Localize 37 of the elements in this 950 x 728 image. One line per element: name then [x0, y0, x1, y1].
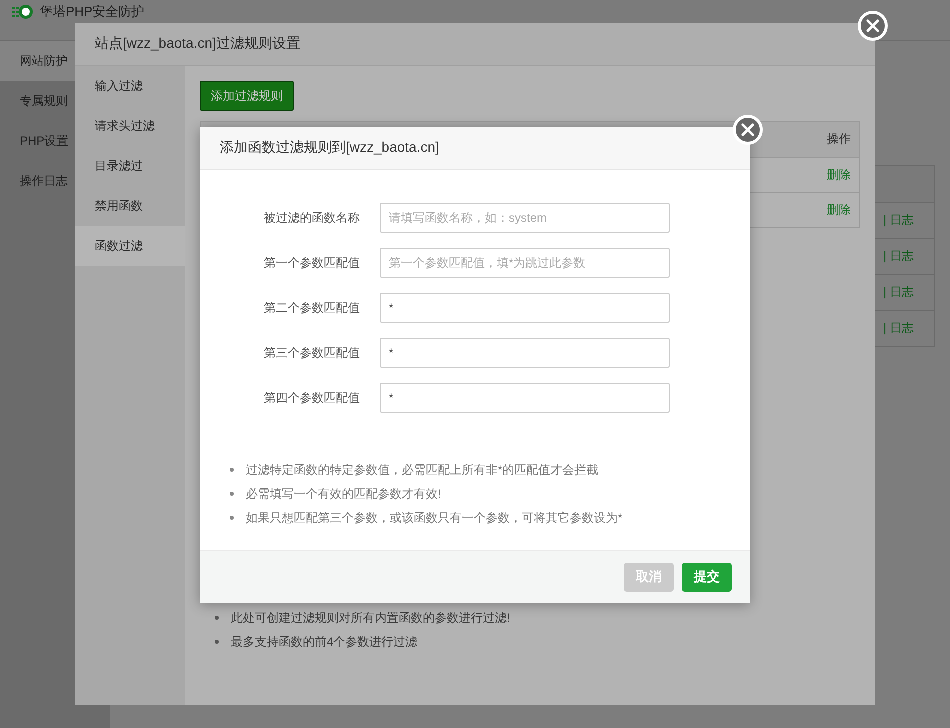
sidebar-item[interactable]: 操作日志	[0, 161, 75, 201]
nav-tab[interactable]: 函数过滤	[75, 226, 185, 266]
nav-tab[interactable]: 请求头过滤	[75, 106, 185, 146]
input-field[interactable]: 第一个参数匹配值，填*为跳过此参数	[380, 248, 670, 278]
nav-tab[interactable]: 输入过滤	[75, 66, 185, 106]
input-field[interactable]: *	[380, 293, 670, 323]
log-link[interactable]: | 日志	[884, 285, 914, 299]
field-label: 第二个参数匹配值	[263, 300, 360, 316]
input-field[interactable]: *	[380, 383, 670, 413]
tip-text: 如果只想匹配第三个参数，或该函数只有一个参数，可将其它参数设为*	[246, 510, 623, 526]
log-link[interactable]: | 日志	[884, 249, 914, 263]
nav-tab[interactable]: 禁用函数	[75, 186, 185, 226]
field-label: 第三个参数匹配值	[263, 344, 360, 362]
note-text: 最多支持函数的前4个参数进行过滤	[231, 634, 418, 650]
close-icon[interactable]	[733, 115, 763, 145]
input-field[interactable]: 请填写函数名称，如：system	[380, 203, 670, 233]
sidebar-item[interactable]: 专属规则	[0, 81, 75, 121]
nav-tab[interactable]: 目录滤过	[75, 146, 185, 186]
tip-text: 必需填写一个有效的匹配参数才有效!	[246, 486, 442, 502]
logo-icon	[12, 2, 34, 22]
delete-link[interactable]: 删除	[827, 168, 851, 182]
app-title: 堡塔PHP安全防护	[40, 4, 145, 20]
log-link[interactable]: | 日志	[884, 321, 914, 335]
submit-button[interactable]: 提交	[682, 562, 732, 592]
field-label: 第四个参数匹配值	[263, 390, 360, 406]
sidebar-item[interactable]: 网站防护	[0, 41, 75, 81]
field-label: 第一个参数匹配值	[263, 254, 360, 272]
input-field[interactable]: *	[380, 338, 670, 368]
tip-text: 过滤特定函数的特定参数值，必需匹配上所有非*的匹配值才会拦截	[246, 462, 599, 478]
dialog-title: 站点[wzz_baota.cn]过滤规则设置	[95, 35, 300, 53]
log-link[interactable]: | 日志	[884, 213, 914, 227]
add-rule-button[interactable]: 添加过滤规则	[200, 81, 294, 111]
note-text: 此处可创建过滤规则对所有内置函数的参数进行过滤!	[231, 610, 510, 626]
delete-link[interactable]: 删除	[827, 202, 851, 216]
field-label: 被过滤的函数名称	[263, 210, 360, 226]
sidebar-item[interactable]: PHP设置	[0, 121, 75, 161]
dialog-title: 添加函数过滤规则到[wzz_baota.cn]	[220, 139, 440, 157]
